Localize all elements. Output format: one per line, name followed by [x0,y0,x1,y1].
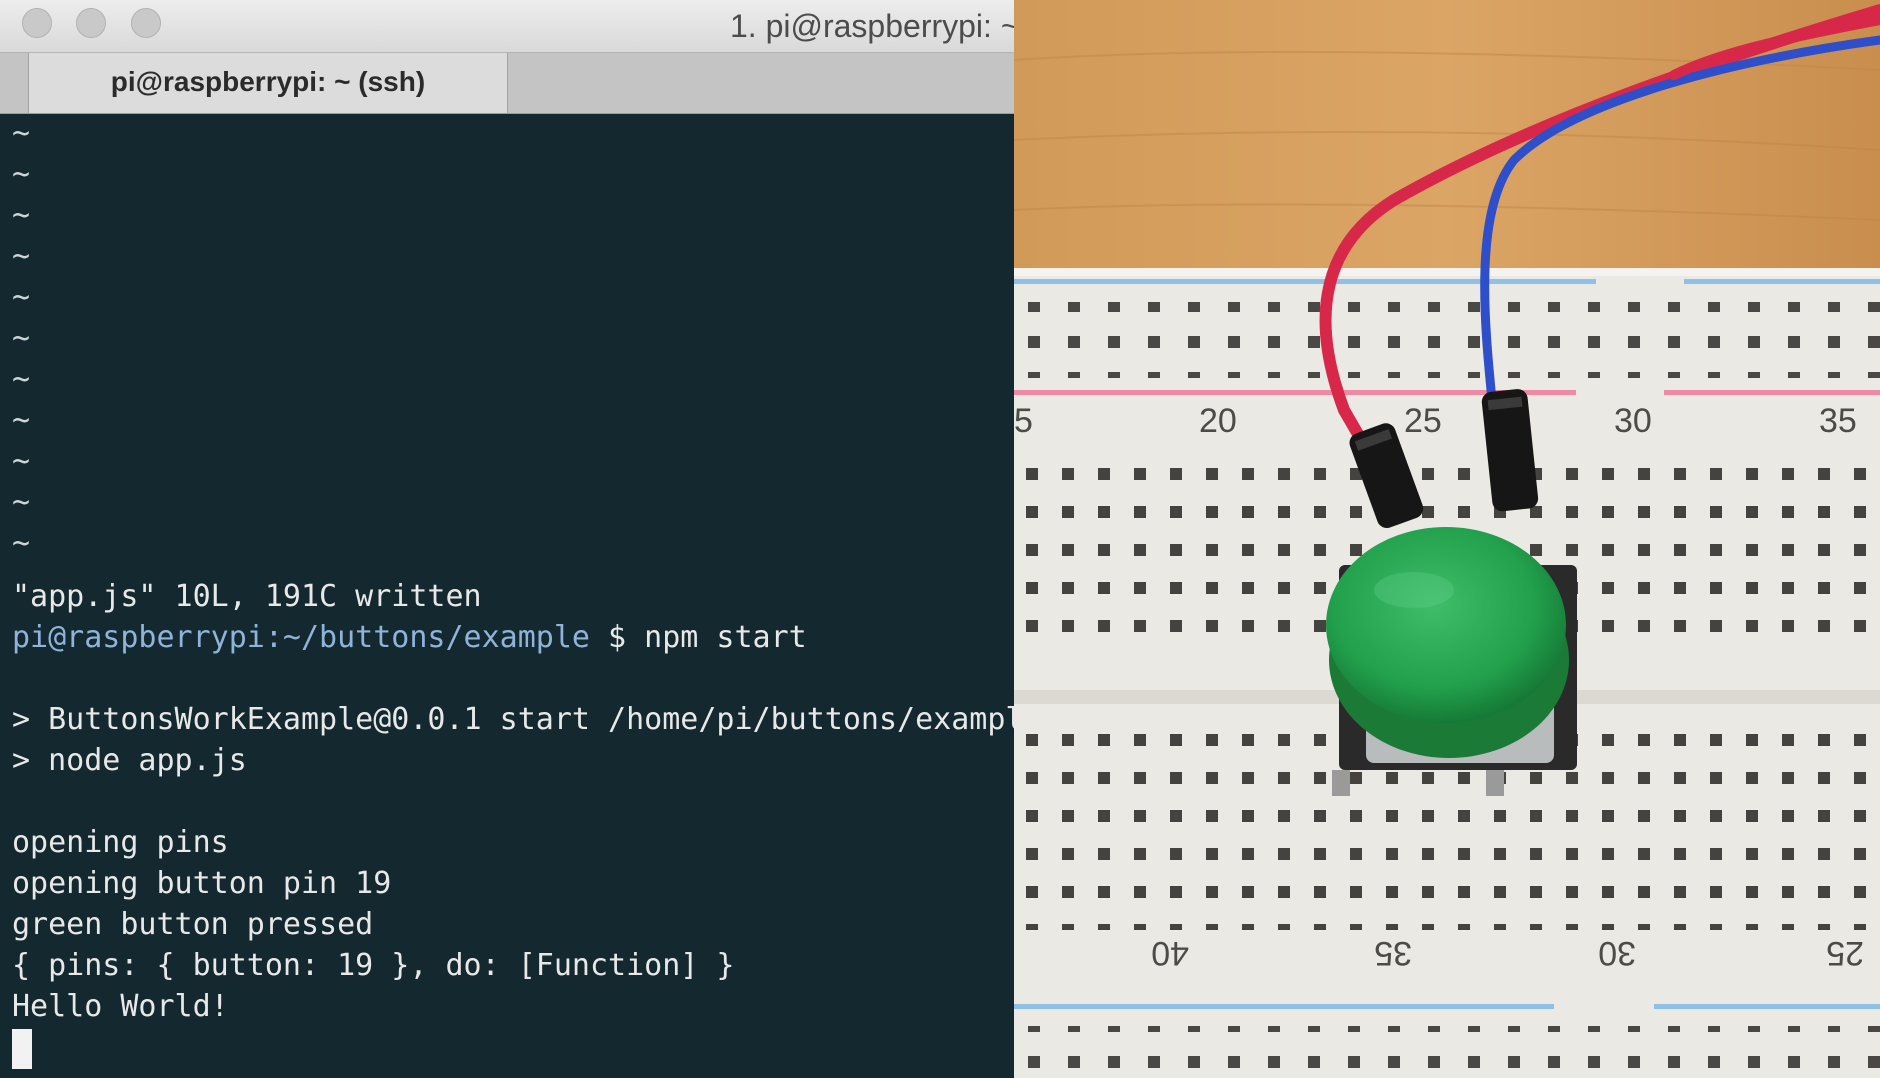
prompt-path: pi@raspberrypi:~/buttons/example [12,620,590,655]
output-line: > node app.js [12,743,247,778]
column-number: 35 [1374,934,1412,972]
terminal-output[interactable]: ~ ~ ~ ~ ~ ~ ~ ~ ~ ~ ~ "app.js" 10L, 191C… [0,114,1014,1078]
green-push-button [1326,527,1577,796]
column-number: 25 [1404,402,1442,440]
tab-ssh-session[interactable]: pi@raspberrypi: ~ (ssh) [28,53,508,113]
breadboard-photo: 5 20 25 30 35 40 35 30 25 [1014,0,1880,1078]
vim-empty-line-marker: ~ [12,362,31,397]
column-number: 25 [1826,934,1864,972]
output-line: opening pins [12,825,229,860]
vim-empty-line-marker: ~ [12,403,31,438]
vim-empty-line-marker: ~ [12,444,31,479]
output-line: Hello World! [12,989,229,1024]
output-line: { pins: { button: 19 }, do: [Function] } [12,948,735,983]
column-number: 20 [1199,402,1237,440]
wooden-table [1014,0,1880,280]
vim-write-message: "app.js" 10L, 191C written [12,579,482,614]
vim-empty-line-marker: ~ [12,485,31,520]
column-number: 5 [1014,402,1033,440]
column-number: 35 [1819,402,1857,440]
vim-empty-line-marker: ~ [12,280,31,315]
output-line: opening button pin 19 [12,866,392,901]
breadboard-illustration: 5 20 25 30 35 40 35 30 25 [1014,0,1880,1078]
vim-empty-line-marker: ~ [12,116,31,151]
vim-empty-line-marker: ~ [12,157,31,192]
output-line: green button pressed [12,907,374,942]
minimize-window-button[interactable] [76,8,106,38]
window-title: 1. pi@raspberrypi: ~ (ssh) [730,8,1014,44]
output-line: > ButtonsWorkExample@0.0.1 start /home/p… [12,702,1014,737]
column-number: 30 [1614,402,1652,440]
vim-empty-line-marker: ~ [12,321,31,356]
terminal-window: 1. pi@raspberrypi: ~ (ssh) pi@raspberryp… [0,0,1014,1078]
terminal-cursor [12,1029,32,1069]
prompt-command: $ npm start [589,620,807,655]
vim-empty-line-marker: ~ [12,239,31,274]
shell-prompt-line: pi@raspberrypi:~/buttons/example $ npm s… [12,618,807,658]
column-number: 40 [1151,934,1189,972]
tab-bar: pi@raspberrypi: ~ (ssh) [0,53,1014,114]
vim-empty-line-marker: ~ [12,526,31,561]
close-window-button[interactable] [22,8,52,38]
zoom-window-button[interactable] [131,8,161,38]
vim-empty-line-marker: ~ [12,198,31,233]
title-bar: 1. pi@raspberrypi: ~ (ssh) [0,0,1014,53]
column-number: 30 [1598,934,1636,972]
